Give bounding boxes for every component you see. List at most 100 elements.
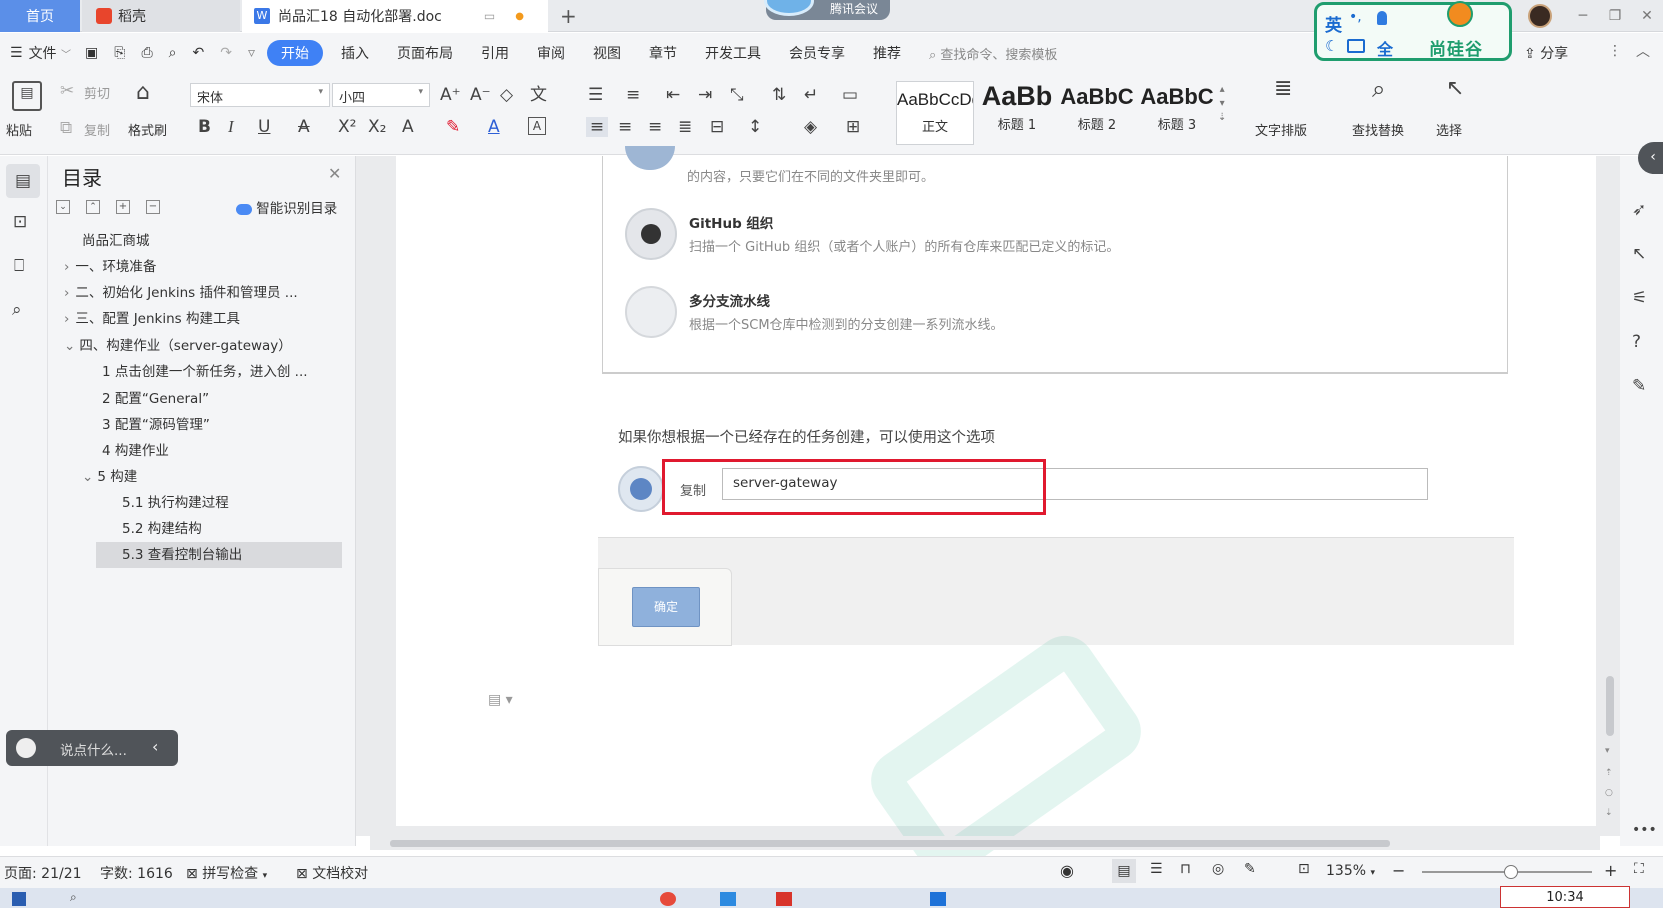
menu-item-view[interactable]: 视图 xyxy=(579,43,635,63)
shading-icon[interactable]: ◈ xyxy=(804,117,817,137)
paste-icon[interactable]: ▤ xyxy=(12,81,42,111)
proofread-button[interactable]: ⊠ 文档校对 xyxy=(296,863,368,883)
copy-icon[interactable]: ⧉ xyxy=(60,118,72,138)
next-page-icon[interactable]: ⇣ xyxy=(1605,808,1613,818)
clear-format-icon[interactable]: ◇ xyxy=(500,85,513,105)
add-heading-icon[interactable]: + xyxy=(116,200,130,214)
chevron-down-icon[interactable]: ⌄ xyxy=(82,469,93,485)
copy-button[interactable]: 复制 xyxy=(84,120,110,139)
select-button[interactable]: 选择 xyxy=(1436,120,1462,139)
page-indicator[interactable]: 页面: 21/21 xyxy=(4,863,82,883)
vertical-scrollbar[interactable]: ▾ ⇡ ○ ⇣ xyxy=(1600,156,1620,836)
taskbar-app-icon[interactable] xyxy=(776,892,792,906)
print-icon[interactable]: ⎙ xyxy=(133,45,160,61)
rocket-icon[interactable]: ➶ xyxy=(1632,200,1646,220)
taskbar-app-icon[interactable] xyxy=(930,892,946,906)
borders-icon[interactable]: ⊞ xyxy=(846,117,860,137)
pen-icon[interactable]: ✎ xyxy=(1632,376,1646,396)
text-direction-icon[interactable]: ⤡ xyxy=(730,85,744,105)
tab-daoke[interactable]: 稻壳 xyxy=(82,0,240,32)
menu-item-chapter[interactable]: 章节 xyxy=(635,43,691,63)
toc-item[interactable]: 1 点击创建一个新任务，进入创 ... xyxy=(102,359,308,385)
styles-scroll-icon[interactable]: ▴ ▾ ⇣ xyxy=(1218,83,1226,125)
horizontal-scrollbar[interactable] xyxy=(370,836,1600,850)
scroll-thumb[interactable] xyxy=(1606,676,1614,736)
customize-icon[interactable]: ▿ xyxy=(240,45,263,61)
zoom-in-icon[interactable]: + xyxy=(1604,861,1617,880)
zoom-level[interactable]: 135% ▾ xyxy=(1326,863,1375,879)
command-search[interactable]: ⌕ 查找命令、搜索模板 xyxy=(915,44,1071,63)
style-normal[interactable]: AaBbCcDd 正文 xyxy=(896,81,974,145)
fullscreen-icon[interactable]: ⛶ xyxy=(1634,861,1644,877)
expand-level-icon[interactable]: ⌃ xyxy=(86,200,100,214)
hamburger-icon[interactable]: ☰ xyxy=(0,45,27,61)
menu-item-insert[interactable]: 插入 xyxy=(327,43,383,63)
shrink-font-icon[interactable]: A⁻ xyxy=(470,85,491,105)
remove-heading-icon[interactable]: − xyxy=(146,200,160,214)
number-list-icon[interactable]: ≡ xyxy=(626,85,640,105)
collapse-sidebar-icon[interactable]: ‹ xyxy=(1638,142,1663,174)
text-layout-icon[interactable]: ≣ xyxy=(1274,78,1292,100)
chevron-right-icon[interactable]: › xyxy=(64,259,69,275)
adjust-icon[interactable]: ⚟ xyxy=(1632,288,1647,308)
taskbar-search-icon[interactable]: ⌕ xyxy=(70,890,77,905)
find-replace-button[interactable]: 查找替换 xyxy=(1352,120,1404,139)
grow-font-icon[interactable]: A⁺ xyxy=(440,85,461,105)
taskbar-app-icon[interactable] xyxy=(660,892,676,906)
select-browse-icon[interactable]: ⇡ xyxy=(1605,768,1613,778)
toc-item[interactable]: 5.2 构建结构 xyxy=(122,516,202,542)
text-layout-button[interactable]: 文字排版 xyxy=(1255,120,1307,139)
align-right-icon[interactable]: ≡ xyxy=(648,117,662,137)
collapse-all-icon[interactable]: ⌄ xyxy=(56,200,70,214)
clock[interactable]: 10:34 xyxy=(1500,886,1630,908)
menu-item-layout[interactable]: 页面布局 xyxy=(383,43,467,63)
toc-item[interactable]: › 三、配置 Jenkins 构建工具 xyxy=(64,306,240,332)
font-name-select[interactable]: 宋体 ▾ xyxy=(190,83,330,107)
write-view-icon[interactable]: ✎ xyxy=(1244,861,1256,877)
justify-icon[interactable]: ≣ xyxy=(678,117,692,137)
toc-item[interactable]: ⌄ 四、构建作业（server-gateway） xyxy=(64,333,292,359)
restore-icon[interactable]: ❐ xyxy=(1598,0,1632,32)
indent-icon[interactable]: ⇥ xyxy=(698,85,712,105)
cut-button[interactable]: 剪切 xyxy=(84,83,110,102)
format-painter-icon[interactable]: ⌂ xyxy=(136,82,150,104)
ok-button[interactable]: 确定 xyxy=(632,587,700,627)
ruler-icon[interactable]: ▭ xyxy=(842,85,858,105)
menu-item-review[interactable]: 审阅 xyxy=(523,43,579,63)
read-view-icon[interactable]: ⊓ xyxy=(1180,861,1191,877)
more-icon[interactable]: ⋮ xyxy=(1608,43,1622,59)
page-view-icon[interactable]: ▤ xyxy=(1112,859,1136,883)
toc-item[interactable]: › 二、初始化 Jenkins 插件和管理员 ... xyxy=(64,280,298,306)
paste-button[interactable]: 粘贴 xyxy=(6,120,32,139)
menu-item-devtools[interactable]: 开发工具 xyxy=(691,43,775,63)
align-center-icon[interactable]: ≡ xyxy=(618,117,632,137)
menu-item-reference[interactable]: 引用 xyxy=(467,43,523,63)
char-border-icon[interactable]: A xyxy=(528,117,546,135)
bold-icon[interactable]: B xyxy=(198,117,211,137)
close-window-icon[interactable]: ✕ xyxy=(1630,0,1663,32)
minimize-icon[interactable]: ─ xyxy=(1566,0,1600,32)
style-heading-3[interactable]: AaBbC 标题 3 xyxy=(1138,81,1216,145)
format-painter-button[interactable]: 格式刷 xyxy=(128,120,167,139)
bullet-list-icon[interactable]: ☰ xyxy=(588,85,603,105)
undo-icon[interactable]: ↶ xyxy=(185,45,213,61)
chevron-right-icon[interactable]: › xyxy=(64,311,69,327)
distribute-icon[interactable]: ⊟ xyxy=(710,117,724,137)
close-icon[interactable]: ✕ xyxy=(328,164,341,183)
align-left-icon[interactable]: ≡ xyxy=(586,117,608,137)
new-tab-button[interactable]: + xyxy=(560,4,577,28)
more-dots-icon[interactable]: ••• xyxy=(1632,820,1657,840)
subscript-icon[interactable]: X₂ xyxy=(368,117,386,137)
browse-object-icon[interactable]: ○ xyxy=(1605,788,1613,798)
tab-home[interactable]: 首页 xyxy=(0,0,80,32)
line-break-icon[interactable]: ↵ xyxy=(804,85,818,105)
toc-view-icon[interactable]: ▤ xyxy=(6,164,40,198)
search-icon[interactable]: ⌕ xyxy=(12,300,22,320)
toc-item[interactable]: 2 配置“General” xyxy=(102,386,209,412)
meeting-badge[interactable]: 腾讯会议 xyxy=(764,0,890,20)
highlight-icon[interactable]: ✎ xyxy=(446,117,460,137)
web-view-icon[interactable]: ◎ xyxy=(1212,861,1224,877)
windows-start-icon[interactable] xyxy=(12,892,26,906)
save-icon[interactable]: ▣ xyxy=(77,45,106,61)
spell-check-button[interactable]: ⊠ 拼写检查 ▾ xyxy=(186,863,267,883)
